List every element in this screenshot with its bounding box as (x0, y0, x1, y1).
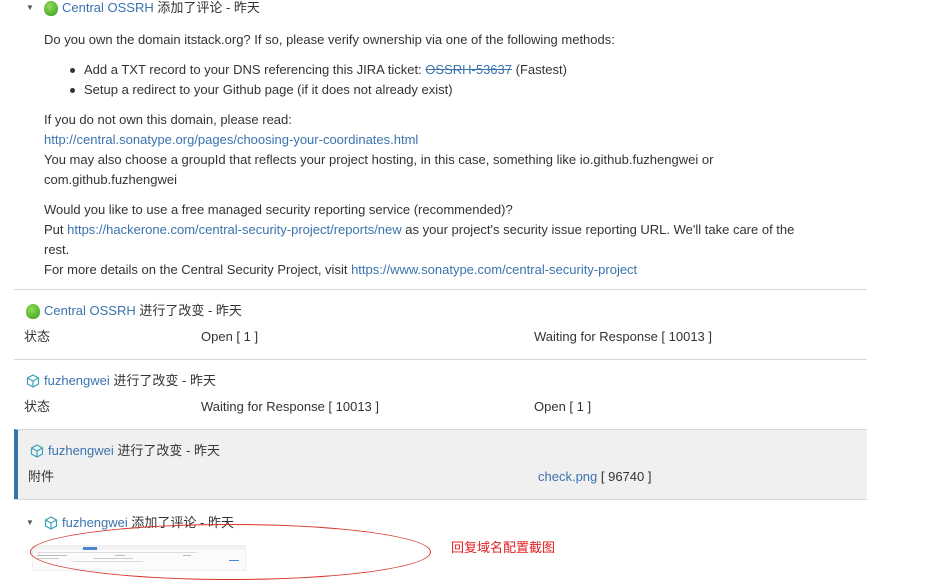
change-header: Central OSSRH 进行了改变 - 昨天 (26, 302, 242, 320)
list-item: Setup a redirect to your Github page (if… (44, 80, 860, 100)
avatar (26, 303, 40, 319)
coordinates-link[interactable]: http://central.sonatype.org/pages/choosi… (44, 132, 418, 147)
change-new-value: Open [ 1 ] (534, 399, 592, 414)
change-header: fuzhengwei 进行了改变 - 昨天 (30, 442, 220, 460)
change-old-value: Waiting for Response [ 10013 ] (201, 399, 380, 414)
change-action-text: 进行了改变 - 昨天 (113, 373, 216, 388)
change-item: Central OSSRH 进行了改变 - 昨天 状态 Open [ 1 ] W… (14, 289, 867, 360)
annotation-ellipse (30, 524, 431, 580)
security-put-text: Put https://hackerone.com/central-securi… (44, 222, 795, 257)
comment-body: Do you own the domain itstack.org? If so… (44, 30, 860, 280)
ticket-link[interactable]: OSSRH-53637 (425, 62, 512, 77)
change-action-text: 进行了改变 - 昨天 (139, 303, 242, 318)
change-author-link[interactable]: fuzhengwei (44, 372, 110, 390)
security-project-link[interactable]: https://www.sonatype.com/central-securit… (351, 262, 637, 277)
cube-avatar-icon (30, 444, 44, 458)
attachment-link[interactable]: check.png (538, 469, 597, 484)
change-row: 附件 check.png [ 96740 ] (28, 468, 867, 486)
change-author-link[interactable]: fuzhengwei (48, 442, 114, 460)
list-item: Add a TXT record to your DNS referencing… (44, 60, 860, 80)
read-label: If you do not own this domain, please re… (44, 112, 292, 127)
avatar (44, 0, 58, 16)
chevron-down-icon[interactable] (26, 0, 38, 16)
cube-avatar-icon (44, 516, 58, 530)
change-row: 状态 Open [ 1 ] Waiting for Response [ 100… (24, 328, 867, 346)
divider (14, 499, 867, 500)
cube-avatar-icon (26, 374, 40, 388)
comment-header: Central OSSRH 添加了评论 - 昨天 (26, 0, 260, 16)
change-new-value: check.png [ 96740 ] (538, 469, 652, 484)
details-text: For more details on the Central Security… (44, 262, 638, 277)
change-action-text: 进行了改变 - 昨天 (117, 443, 220, 458)
annotation-text: 回复域名配置截图 (451, 540, 556, 555)
comment-author-link[interactable]: Central OSSRH (62, 0, 154, 16)
groupid-text: You may also choose a groupId that refle… (44, 152, 714, 187)
change-new-value: Waiting for Response [ 10013 ] (534, 329, 713, 344)
change-field: 附件 (28, 469, 55, 484)
chevron-down-icon[interactable] (26, 514, 38, 532)
change-header: fuzhengwei 进行了改变 - 昨天 (26, 372, 216, 390)
change-field: 状态 (24, 329, 51, 344)
change-item-selected[interactable]: fuzhengwei 进行了改变 - 昨天 附件 check.png [ 967… (14, 429, 867, 500)
change-author-link[interactable]: Central OSSRH (44, 302, 136, 320)
security-question: Would you like to use a free managed sec… (44, 202, 513, 217)
change-field: 状态 (24, 399, 51, 414)
change-row: 状态 Waiting for Response [ 10013 ] Open [… (24, 398, 867, 416)
ownership-question: Do you own the domain itstack.org? If so… (44, 32, 615, 47)
comment-action-text: 添加了评论 - 昨天 (157, 0, 260, 15)
change-item: fuzhengwei 进行了改变 - 昨天 状态 Waiting for Res… (14, 359, 867, 430)
change-old-value: Open [ 1 ] (201, 329, 259, 344)
verification-methods-list: Add a TXT record to your DNS referencing… (44, 60, 860, 100)
hackerone-link[interactable]: https://hackerone.com/central-security-p… (67, 222, 402, 237)
